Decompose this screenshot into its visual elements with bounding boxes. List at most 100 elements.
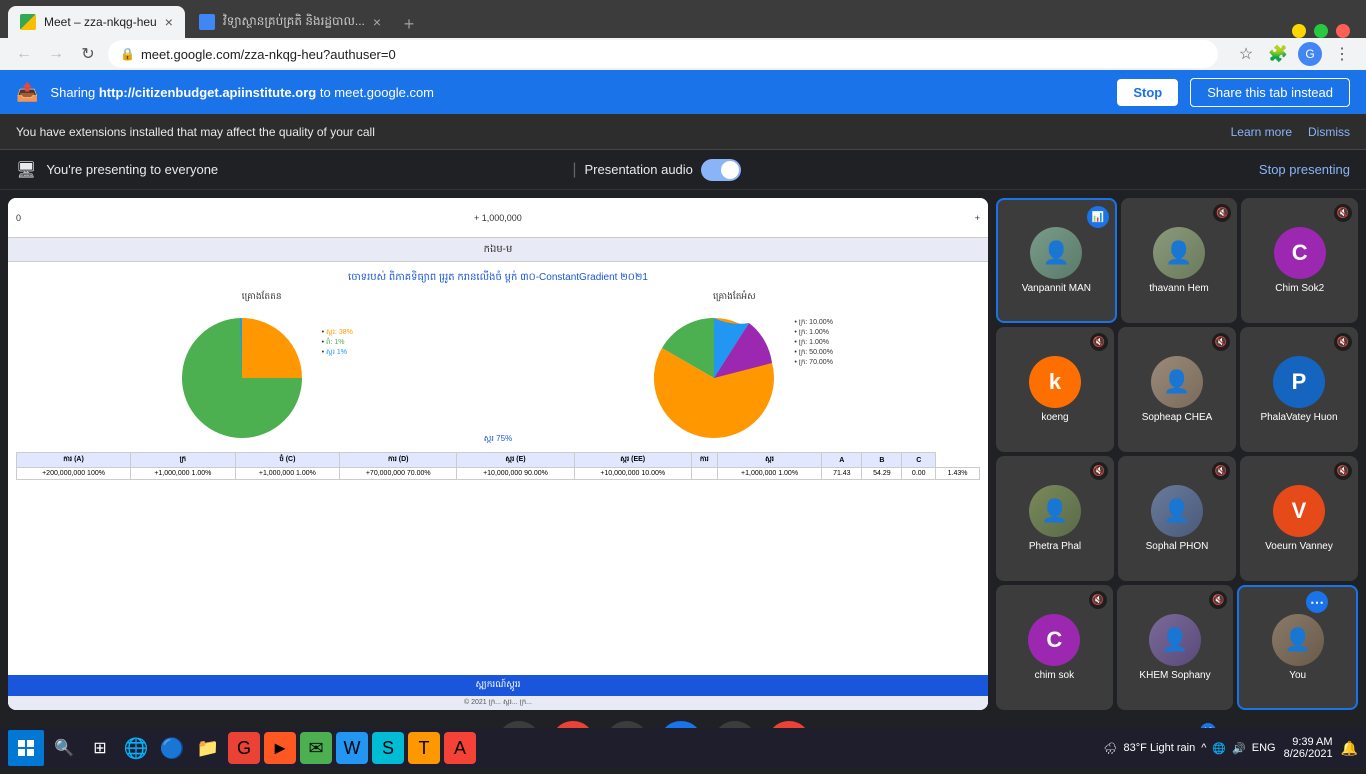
- edge-icon[interactable]: 🌐: [120, 732, 152, 764]
- presentation-view: 0 + 1,000,000 + កឯម-ម ចោទរបស់ ពិភាគទិធ្យ…: [8, 198, 988, 710]
- stop-presenting-button[interactable]: Stop presenting: [1259, 162, 1350, 177]
- taskbar-app4[interactable]: G: [228, 732, 260, 764]
- screen-share-icon: 🖥: [16, 160, 36, 180]
- tab-khmer-close[interactable]: ×: [373, 14, 381, 30]
- reload-button[interactable]: ↻: [76, 42, 100, 66]
- tab-khmer[interactable]: វិទ្យាស្ថានគ្រប់គ្រតិ និងរដ្ឋបាល... ×: [187, 6, 393, 38]
- forward-button[interactable]: →: [44, 42, 68, 66]
- extension-warning-banner: You have extensions installed that may a…: [0, 114, 1366, 150]
- system-tray: 🌧 83°F Light rain ^ 🌐 🔊 ENG 9:39 AM 8/26…: [1104, 736, 1358, 760]
- windows-logo: [17, 739, 35, 757]
- participant-tile-khem[interactable]: 👤 KHEM Sophany 🔇: [1117, 585, 1234, 710]
- participant-tile-koeng[interactable]: k koeng 🔇: [996, 327, 1114, 452]
- browser-actions: ☆ 🧩 G ⋮: [1234, 42, 1354, 66]
- more-menu-icon[interactable]: ⋮: [1330, 42, 1354, 66]
- taskbar-datetime[interactable]: 9:39 AM 8/26/2021: [1284, 736, 1333, 760]
- tab-meet[interactable]: Meet – zza-nkqg-heu ×: [8, 6, 185, 38]
- vanpannit-avatar: 👤: [1030, 227, 1082, 279]
- taskbar-app9[interactable]: T: [408, 732, 440, 764]
- task-view-icon[interactable]: ⊞: [84, 732, 116, 764]
- participant-row-2: k koeng 🔇 👤 Sopheap CHEA 🔇 P PhalaVatey …: [996, 327, 1358, 452]
- bookmark-star-icon[interactable]: ☆: [1234, 42, 1258, 66]
- extensions-icon[interactable]: 🧩: [1266, 42, 1290, 66]
- taskbar-app10[interactable]: A: [444, 732, 476, 764]
- participant-tile-chimsok2[interactable]: C Chim Sok2 🔇: [1241, 198, 1358, 323]
- start-button[interactable]: [8, 730, 44, 766]
- share-tab-button[interactable]: Share this tab instead: [1190, 78, 1350, 107]
- address-bar[interactable]: 🔒 meet.google.com/zza-nkqg-heu?authuser=…: [108, 40, 1218, 68]
- khem-avatar: 👤: [1149, 614, 1201, 666]
- right-pie-svg: [644, 308, 784, 448]
- extension-warning-text: You have extensions installed that may a…: [16, 125, 1231, 139]
- phalatey-avatar: P: [1273, 356, 1325, 408]
- tab-bar: Meet – zza-nkqg-heu × វិទ្យាស្ថានគ្រប់គ្…: [0, 0, 1366, 38]
- stop-sharing-button[interactable]: Stop: [1117, 79, 1178, 106]
- presentation-audio-label: Presentation audio: [584, 162, 692, 177]
- thavann-name: thavann Hem: [1145, 283, 1212, 294]
- taskbar-app6[interactable]: ✉: [300, 732, 332, 764]
- weather-icon: 🌧: [1104, 742, 1118, 755]
- khem-mute-icon: 🔇: [1209, 591, 1227, 609]
- right-pie-chart: គ្រោងតែអំស: [503, 291, 966, 448]
- participant-tile-vanpannit[interactable]: 👤 Vanpannit MAN 📊: [996, 198, 1117, 323]
- taskbar-app7[interactable]: W: [336, 732, 368, 764]
- taskbar-app5[interactable]: ►: [264, 732, 296, 764]
- presentation-ruler: 0 + 1,000,000 +: [8, 198, 988, 238]
- right-pie-wrapper: • ក្រ: 10.00% • ក្រ: 1.00% • ក្រ: 1.00% …: [644, 308, 824, 448]
- koeng-mute-icon: 🔇: [1090, 333, 1108, 351]
- sharing-banner: 📤 Sharing http://citizenbudget.apiinstit…: [0, 70, 1366, 114]
- back-button[interactable]: ←: [12, 42, 36, 66]
- presentation-sub-footer: © 2021 ក្រ... ស្ករ... ក្រ...: [8, 696, 988, 710]
- participant-tile-sopheap[interactable]: 👤 Sopheap CHEA 🔇: [1118, 327, 1236, 452]
- windows-taskbar: 🔍 ⊞ 🌐 🔵 📁 G ► ✉ W S T A 🌧 83°F Light rai…: [0, 728, 1366, 768]
- profile-icon[interactable]: G: [1298, 42, 1322, 66]
- participant-tile-sophal[interactable]: 👤 Sophal PHON 🔇: [1118, 456, 1236, 581]
- sopheap-avatar: 👤: [1151, 356, 1203, 408]
- volume-icon: 🔊: [1232, 742, 1246, 755]
- sopheap-mute-icon: 🔇: [1212, 333, 1230, 351]
- participant-row-1: 👤 Vanpannit MAN 📊 👤 thavann Hem 🔇 C Chim…: [996, 198, 1358, 323]
- restore-button[interactable]: [1314, 24, 1328, 38]
- speaking-indicator: 📊: [1087, 206, 1109, 228]
- phalatey-name: PhalaVatey Huon: [1256, 412, 1341, 423]
- chimsok2-name: Chim Sok2: [1271, 283, 1328, 294]
- toggle-knob: [721, 161, 739, 179]
- participant-row-4: C chim sok 🔇 👤 KHEM Sophany 🔇 👤 You ⋯: [996, 585, 1358, 710]
- participant-tile-thavann[interactable]: 👤 thavann Hem 🔇: [1121, 198, 1238, 323]
- dismiss-link[interactable]: Dismiss: [1308, 125, 1350, 139]
- expand-tray-icon[interactable]: ^: [1201, 742, 1206, 754]
- participant-tile-phetra[interactable]: 👤 Phetra Phal 🔇: [996, 456, 1114, 581]
- you-more-options-button[interactable]: ⋯: [1306, 591, 1328, 613]
- search-taskbar-icon[interactable]: 🔍: [48, 732, 80, 764]
- main-content-area: 0 + 1,000,000 + កឯម-ម ចោទរបស់ ពិភាគទិធ្យ…: [0, 190, 1366, 718]
- thavann-avatar: 👤: [1153, 227, 1205, 279]
- presentation-content: 0 + 1,000,000 + កឯម-ម ចោទរបស់ ពិភាគទិធ្យ…: [8, 198, 988, 710]
- new-tab-button[interactable]: +: [395, 10, 423, 38]
- network-icon: 🌐: [1212, 742, 1226, 755]
- presentation-audio-toggle[interactable]: [701, 159, 741, 181]
- sharing-text: Sharing http://citizenbudget.apiinstitut…: [50, 85, 1105, 100]
- tab-meet-close[interactable]: ×: [165, 14, 173, 30]
- meet-favicon: [20, 14, 36, 30]
- file-explorer-icon[interactable]: 📁: [192, 732, 224, 764]
- phetra-name: Phetra Phal: [1025, 541, 1085, 552]
- participant-tile-voeurn[interactable]: V Voeurn Vanney 🔇: [1240, 456, 1358, 581]
- khem-name: KHEM Sophany: [1135, 670, 1214, 681]
- minimize-button[interactable]: [1292, 24, 1306, 38]
- taskbar-app8[interactable]: S: [372, 732, 404, 764]
- close-browser-button[interactable]: [1336, 24, 1350, 38]
- chrome-icon[interactable]: 🔵: [156, 732, 188, 764]
- taskbar-date: 8/26/2021: [1284, 748, 1333, 760]
- tray-icons: 🌧 83°F Light rain ^ 🌐 🔊 ENG: [1104, 742, 1276, 755]
- browser-chrome: Meet – zza-nkqg-heu × វិទ្យាស្ថានគ្រប់គ្…: [0, 0, 1366, 70]
- participant-tile-chimsok[interactable]: C chim sok 🔇: [996, 585, 1113, 710]
- phetra-mute-icon: 🔇: [1090, 462, 1108, 480]
- left-pie-svg: [172, 308, 312, 448]
- section-header: កឯម-ម: [8, 238, 988, 262]
- participant-tile-phalatey[interactable]: P PhalaVatey Huon 🔇: [1240, 327, 1358, 452]
- presentation-footer: ស្ព្យករណ៍ស្ដូររ: [8, 675, 988, 696]
- notifications-icon[interactable]: 🔔: [1341, 740, 1358, 757]
- participant-tile-you[interactable]: 👤 You ⋯: [1237, 585, 1358, 710]
- right-pie-label: គ្រោងតែអំស: [713, 291, 756, 304]
- learn-more-link[interactable]: Learn more: [1231, 125, 1292, 139]
